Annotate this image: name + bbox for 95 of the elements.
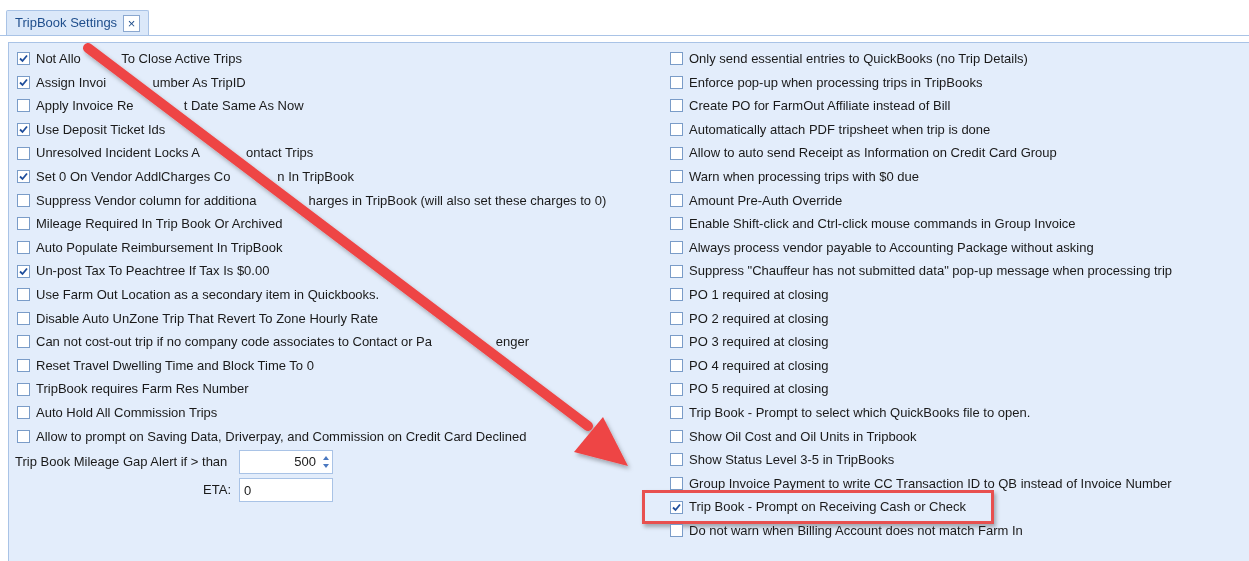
option-label: Amount Pre-Auth Override <box>689 191 843 210</box>
checkbox[interactable] <box>17 288 30 302</box>
checkbox[interactable] <box>17 52 30 66</box>
checkbox[interactable] <box>670 359 683 372</box>
option-label: Unresolved Incident Locks A <box>36 144 201 163</box>
option-label: Use Farm Out Location as a secondary item in Quickbooks. <box>36 286 380 304</box>
option-label: harges in TripBook (will also set these charges to 0) <box>308 191 607 210</box>
checkmark-icon <box>19 54 28 64</box>
checkbox[interactable] <box>17 406 30 420</box>
eta-field[interactable]: 0 <box>239 478 333 503</box>
option-label: PO 5 required at closing <box>689 380 829 399</box>
checkbox[interactable] <box>17 123 30 137</box>
option-label: Do not warn when Billing Account does not match Farm In <box>689 521 1023 540</box>
option-label: Suppress Vendor column for additiona <box>36 191 257 210</box>
option-label: t Date Same As Now <box>183 97 304 116</box>
checkbox[interactable] <box>670 123 683 137</box>
option-label: Auto Populate Reimbursement In TripBook <box>36 238 283 257</box>
checkbox[interactable] <box>17 264 30 278</box>
option-label: Disable Auto UnZone Trip That Revert To Zone Hourly Rate <box>36 309 379 328</box>
checkbox[interactable] <box>670 146 683 160</box>
checkbox[interactable] <box>17 193 30 207</box>
checkbox[interactable] <box>17 359 30 372</box>
option-label: Create PO for FarmOut Affiliate instead of Bill <box>689 97 951 116</box>
option-label: Apply Invoice Re <box>36 97 134 116</box>
checkbox[interactable] <box>17 311 30 325</box>
option-label: Only send essential entries to QuickBooks (no Trip Details) <box>689 50 1028 69</box>
option-label: Assign Invoi <box>36 73 107 92</box>
option-label: Can not cost-out trip if no company code associates to Contact or Pa <box>36 333 432 352</box>
field-label: ETA: <box>202 481 232 500</box>
option-label: enger <box>495 333 530 352</box>
option-label: Reset Travel Dwelling Time and Block Time To 0 <box>36 356 314 375</box>
checkbox[interactable] <box>670 99 683 113</box>
checkmark-icon <box>19 266 28 276</box>
option-label: Show Oil Cost and Oil Units in Tripbook <box>689 427 917 446</box>
option-label: Always process vendor payable to Accounting Package without asking <box>689 238 1094 257</box>
option-label: Not Allo <box>36 50 81 69</box>
checkbox[interactable] <box>670 382 683 396</box>
checkbox[interactable] <box>670 217 683 231</box>
checkbox[interactable] <box>670 477 683 490</box>
option-label: Group Invoice Payment to write CC Transaction ID to QB instead of Invoice Number <box>689 474 1172 493</box>
option-label: PO 3 required at closing <box>689 333 829 352</box>
checkmark-icon <box>19 125 28 135</box>
checkbox[interactable] <box>670 170 683 184</box>
checkbox[interactable] <box>17 429 30 443</box>
checkbox[interactable] <box>670 524 683 538</box>
option-label: PO 4 required at closing <box>689 356 829 375</box>
checkbox[interactable] <box>17 241 30 255</box>
checkbox[interactable] <box>17 335 30 349</box>
option-label: Suppress "Chauffeur has not submitted data" pop-up message when processing trip <box>689 262 1173 281</box>
checkbox[interactable] <box>17 146 30 160</box>
option-label: Auto Hold All Commission Trips <box>36 403 218 422</box>
option-label: umber As TripID <box>152 73 246 92</box>
checkbox[interactable] <box>670 241 683 255</box>
option-label: Trip Book - Prompt to select which QuickBooks file to open. <box>689 403 1031 422</box>
checkbox[interactable] <box>670 264 683 278</box>
checkbox[interactable] <box>670 335 683 349</box>
option-label: Enable Shift-click and Ctrl-click mouse commands in Group Invoice <box>689 215 1076 234</box>
option-label: Automatically attach PDF tripsheet when trip is done <box>689 120 991 139</box>
settings-tab[interactable]: TripBook Settings × <box>6 10 150 35</box>
option-label: Un-post Tax To Peachtree If Tax Is $0.00 <box>36 262 270 281</box>
option-label: TripBook requires Farm Res Number <box>36 380 249 399</box>
checkbox[interactable] <box>17 75 30 89</box>
field-label: Trip Book Mileage Gap Alert if > than <box>15 453 229 472</box>
checkbox[interactable] <box>670 311 683 325</box>
checkbox[interactable] <box>670 406 683 420</box>
checkbox[interactable] <box>670 193 683 207</box>
checkbox[interactable] <box>17 170 30 184</box>
option-label: PO 2 required at closing <box>689 309 829 328</box>
option-label: Set 0 On Vendor AddlCharges Co <box>36 168 231 186</box>
checkbox[interactable] <box>670 52 683 66</box>
checkbox[interactable] <box>670 75 683 89</box>
option-label: Mileage Required In Trip Book Or Archived <box>36 215 283 234</box>
checkbox[interactable] <box>17 217 30 231</box>
close-button[interactable]: × <box>123 14 141 32</box>
option-label: n In TripBook <box>277 168 354 186</box>
option-label: Trip Book - Prompt on Receiving Cash or Check <box>689 498 966 517</box>
number-spinner[interactable]: 500 <box>239 450 333 475</box>
checkbox[interactable] <box>670 429 683 443</box>
checkbox[interactable] <box>17 382 30 396</box>
checkmark-icon <box>19 77 28 87</box>
option-label: Use Deposit Ticket Ids <box>36 120 166 139</box>
option-label: ontact Trips <box>246 144 314 163</box>
option-label: Enforce pop-up when processing trips in TripBooks <box>689 73 983 92</box>
option-label: Warn when processing trips with $0 due <box>689 168 920 186</box>
checkmark-icon <box>672 502 681 512</box>
checkbox[interactable] <box>17 99 30 113</box>
option-label: Allow to prompt on Saving Data, Driverpay, and Commission on Credit Card Declined <box>36 427 527 446</box>
checkbox[interactable] <box>670 500 683 514</box>
option-label: To Close Active Trips <box>121 50 242 69</box>
checkbox[interactable] <box>670 288 683 302</box>
checkbox[interactable] <box>670 453 683 467</box>
option-label: Show Status Level 3-5 in TripBooks <box>689 451 895 470</box>
checkmark-icon <box>19 172 28 182</box>
option-label: PO 1 required at closing <box>689 286 829 304</box>
option-label: Allow to auto send Receipt as Information on Credit Card Group <box>689 144 1057 163</box>
